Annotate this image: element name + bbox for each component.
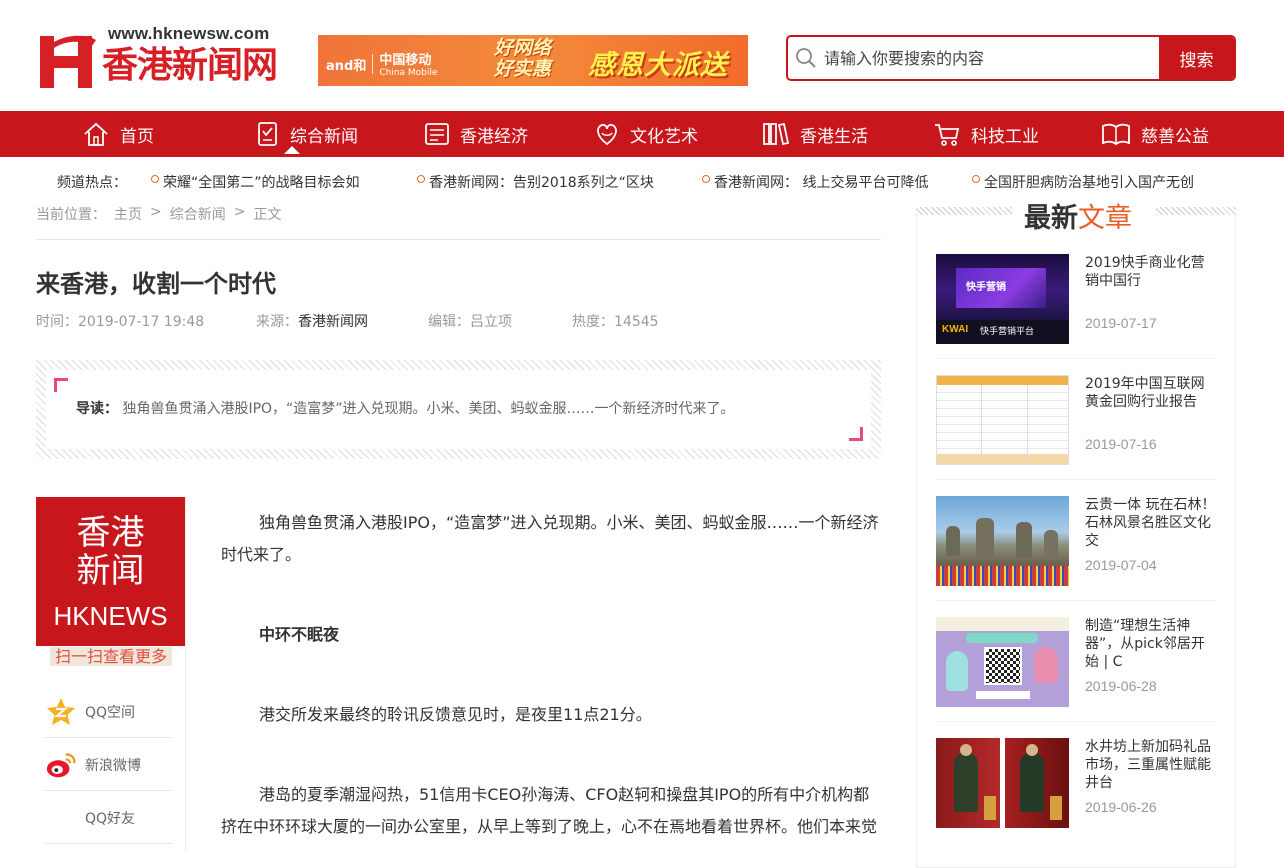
divider [185, 497, 186, 852]
share-qq[interactable]: QQ好友 [45, 792, 172, 844]
qr-code-block: 香港 新闻 HKNEWS [36, 497, 185, 646]
home-icon [84, 122, 108, 146]
article-lead-box: 导读： 独角兽鱼贯涌入港股IPO，“造富梦”进入兑现期。小米、美团、蚂蚁金服……… [36, 360, 881, 459]
nav-item-life[interactable]: 香港生活 [762, 111, 868, 157]
qr-caption: 扫一扫查看更多 [50, 647, 172, 666]
article-lead: 导读： 独角兽鱼贯涌入港股IPO，“造富梦”进入兑现期。小米、美团、蚂蚁金服……… [76, 401, 735, 417]
weibo-icon [45, 749, 77, 781]
hot-item[interactable]: 荣耀“全国第二”的战略目标会如 [151, 172, 360, 192]
sidebar-news-item[interactable]: 快手营销 KWAI 快手营销平台 2019快手商业化营销中国行 2019-07-… [936, 254, 1216, 346]
nav-item-news[interactable]: 综合新闻 [256, 111, 358, 157]
news-thumbnail [936, 375, 1069, 465]
news-date: 2019-07-16 [1085, 436, 1157, 452]
sidebar-news-item[interactable]: 水井坊上新加码礼品市场，三重属性赋能井台 2019-06-26 [936, 738, 1216, 830]
news-title: 2019快手商业化营销中国行 [1085, 255, 1205, 289]
sidebar-title: 最新文章 [1024, 203, 1132, 234]
book-icon [1102, 123, 1130, 146]
news-thumbnail [936, 496, 1069, 586]
news-title: 水井坊上新加码礼品市场，三重属性赋能井台 [1085, 739, 1211, 791]
hot-label: 频道热点： [57, 175, 127, 191]
article-hits: 热度：14545 [572, 314, 659, 330]
article-paragraph: 港岛的夏季潮湿闷热，51信用卡CEO孙海涛、CFO赵轲和操盘其IPO的所有中介机… [221, 785, 878, 836]
divider [36, 239, 881, 240]
logo-h-mark-icon [40, 35, 96, 88]
site-header: www.hknewsw.com 香港新闻网 and和 中国移动 China Mo… [0, 0, 1284, 111]
share-weibo[interactable]: 新浪微博 [45, 739, 172, 791]
search-box: 搜索 [786, 35, 1236, 81]
news-date: 2019-06-26 [1085, 799, 1157, 815]
logo-name: 香港新闻网 [102, 45, 278, 86]
news-title: 云贵一体 玩在石林！石林风景名胜区文化交 [1085, 497, 1216, 549]
article-editor: 编辑：吕立项 [428, 314, 512, 330]
search-input[interactable] [824, 37, 1159, 79]
news-thumbnail [936, 617, 1069, 707]
breadcrumb-news[interactable]: 综合新闻 [170, 204, 226, 224]
nav-item-home[interactable]: 首页 [82, 111, 154, 157]
breadcrumb-home[interactable]: 主页 [114, 204, 142, 224]
news-icon [258, 122, 277, 146]
news-date: 2019-07-17 [1085, 315, 1157, 331]
nav-item-charity[interactable]: 慈善公益 [1101, 111, 1209, 157]
culture-icon [597, 123, 617, 146]
nav-item-tech[interactable]: 科技工业 [933, 111, 1039, 157]
article-paragraph: 独角兽鱼贯涌入港股IPO，“造富梦”进入兑现期。小米、美团、蚂蚁金服……一个新经… [221, 513, 879, 564]
news-title: 制造“理想生活神器”，从pick邻居开始 | C [1085, 618, 1205, 670]
ad-banner[interactable]: and和 中国移动 China Mobile 好网络 好实惠 感恩大派送 [318, 35, 748, 86]
news-date: 2019-07-04 [1085, 557, 1157, 573]
search-button[interactable]: 搜索 [1159, 37, 1234, 79]
nav-item-culture[interactable]: 文化艺术 [594, 111, 698, 157]
economy-icon [425, 123, 449, 145]
news-thumbnail [936, 738, 1069, 828]
hot-item[interactable]: 香港新闻网： 线上交易平台可降低 [701, 172, 928, 192]
sidebar-news-item[interactable]: 制造“理想生活神器”，从pick邻居开始 | C 2019-06-28 [936, 617, 1216, 709]
sidebar-news-item[interactable]: 云贵一体 玩在石林！石林风景名胜区文化交 2019-07-04 [936, 496, 1216, 588]
china-mobile-logo: 中国移动 China Mobile [379, 53, 438, 78]
article-time: 时间：2019-07-17 19:48 [36, 314, 205, 330]
breadcrumb: 当前位置： 主页 > 综合新闻 > 正文 [36, 204, 282, 224]
banner-promo: 感恩大派送 [588, 50, 728, 81]
news-date: 2019-06-28 [1085, 678, 1157, 694]
article-title: 来香港，收割一个时代 [36, 270, 276, 298]
logo-url: www.hknewsw.com [108, 24, 270, 43]
life-icon [763, 122, 790, 146]
qq-icon [45, 802, 77, 834]
site-logo[interactable]: www.hknewsw.com 香港新闻网 [38, 24, 278, 94]
nav-active-caret [284, 146, 300, 154]
main-nav: 首页 综合新闻 香港经济 文化艺术 香港生活 科技工业 慈善公益 [0, 111, 1284, 157]
hot-item[interactable]: 香港新闻网：告别2018系列之“区块 [417, 172, 654, 192]
breadcrumb-current: 正文 [253, 207, 282, 223]
qzone-icon [45, 696, 77, 728]
article-paragraph: 港交所发来最终的聆讯反馈意见时，是夜里11点21分。 [259, 705, 652, 724]
nav-item-economy[interactable]: 香港经济 [424, 111, 528, 157]
hot-item[interactable]: 全国肝胆病防治基地引入国产无创 [972, 172, 1194, 192]
search-icon [788, 37, 824, 79]
article-subheading: 中环不眠夜 [259, 625, 340, 644]
article-source: 来源：香港新闻网 [256, 314, 368, 330]
news-thumbnail: 快手营销 KWAI 快手营销平台 [936, 254, 1069, 344]
news-title: 2019年中国互联网黄金回购行业报告 [1085, 376, 1205, 410]
sidebar-news-item[interactable]: 2019年中国互联网黄金回购行业报告 2019-07-16 [936, 375, 1216, 467]
banner-slogan: 好网络 好实惠 [494, 37, 552, 80]
share-qzone[interactable]: QQ空间 [45, 686, 172, 738]
cart-icon [935, 124, 960, 146]
banner-brand: and和 [326, 58, 367, 74]
